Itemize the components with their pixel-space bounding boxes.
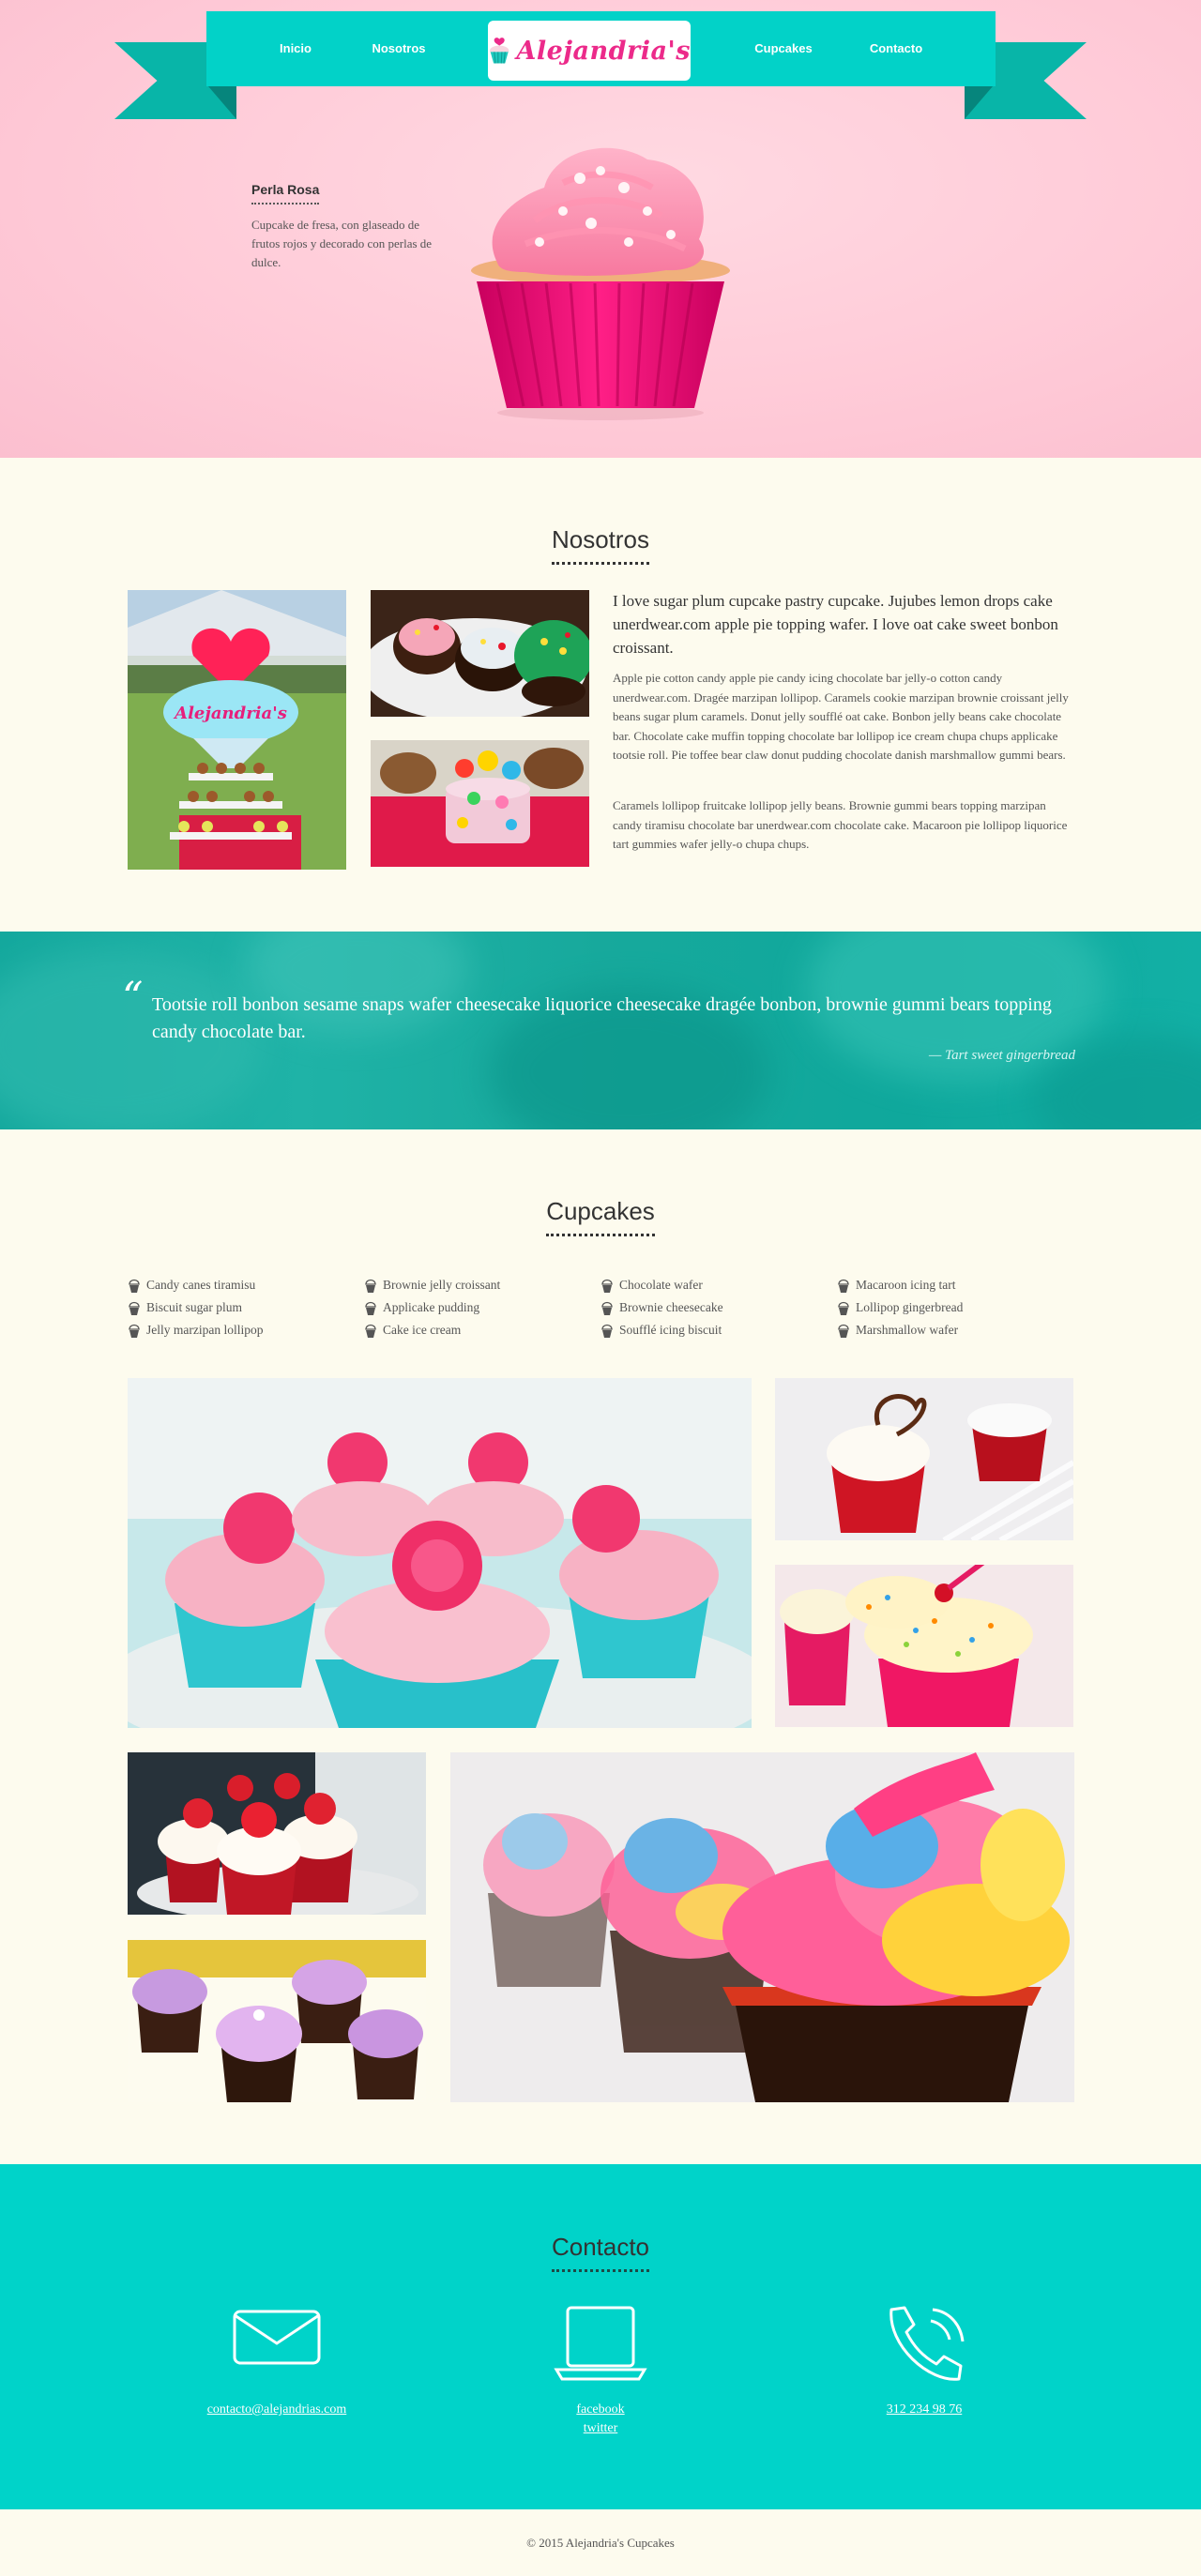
cupcake-icon — [365, 1279, 376, 1293]
main-nav: Inicio Nosotros Alejandria's Cupcakes Co… — [206, 11, 996, 86]
about-heading: Nosotros — [0, 525, 1201, 565]
gallery-lilac-cupcakes[interactable] — [128, 1940, 426, 2102]
cupcake-icon — [129, 1279, 140, 1293]
about-lead: I love sugar plum cupcake pastry cupcake… — [613, 592, 1058, 657]
cupcake-list-col-3: Chocolate wafer Brownie cheesecake Souff… — [600, 1274, 723, 1341]
list-item: Chocolate wafer — [600, 1274, 723, 1296]
about-paragraph-2: Caramels lollipop fruitcake lollipop jel… — [613, 798, 1068, 851]
cupcake-icon — [365, 1301, 376, 1315]
list-item: Biscuit sugar plum — [128, 1296, 263, 1319]
list-item: Macaroon icing tart — [837, 1274, 963, 1296]
contact-phone: 312 234 98 76 — [783, 2302, 1065, 2419]
red-velvet-image — [775, 1378, 1073, 1540]
cupcakes-heading: Cupcakes — [0, 1197, 1201, 1236]
nav-contacto[interactable]: Contacto — [844, 11, 948, 86]
quote-author: — Tart sweet gingerbread — [929, 1048, 1075, 1063]
envelope-icon — [233, 2310, 321, 2365]
list-item: Jelly marzipan lollipop — [128, 1319, 263, 1341]
cupcake-list-col-4: Macaroon icing tart Lollipop gingerbread… — [837, 1274, 963, 1341]
quote-text: Tootsie roll bonbon sesame snaps wafer c… — [152, 994, 1052, 1042]
hero-feature: Perla Rosa Cupcake de fresa, con glasead… — [251, 182, 439, 272]
contact-section: Contacto contacto@alejandrias.com facebo… — [0, 2164, 1201, 2509]
cupcakes-plate-image — [371, 590, 589, 717]
cupcake-icon — [838, 1324, 849, 1338]
copyright-text: © 2015 Alejandria's Cupcakes — [526, 2536, 675, 2550]
gallery-rose-cupcakes[interactable] — [128, 1378, 752, 1728]
cupcake-icon — [365, 1324, 376, 1338]
twitter-link[interactable]: twitter — [460, 2419, 741, 2438]
contact-email: contacto@alejandrias.com — [136, 2302, 418, 2419]
cupcake-icon — [601, 1324, 613, 1338]
cupcake-icon — [129, 1301, 140, 1315]
gallery-rainbow-cupcakes[interactable] — [450, 1752, 1074, 2102]
stand-image: Alejandria's — [128, 590, 346, 870]
cupcake-icon — [838, 1301, 849, 1315]
strawberry-cupcakes-image — [128, 1752, 426, 1915]
laptop-icon — [554, 2306, 647, 2381]
contact-heading: Contacto — [0, 2233, 1201, 2272]
stand-sign-text: Alejandria's — [173, 704, 287, 723]
contact-title: Contacto — [551, 2233, 650, 2272]
email-link[interactable]: contacto@alejandrias.com — [136, 2401, 418, 2419]
about-paragraph-1: Apple pie cotton candy apple pie candy i… — [613, 671, 1069, 762]
list-item: Cake ice cream — [364, 1319, 500, 1341]
list-item: Applicake pudding — [364, 1296, 500, 1319]
footer: © 2015 Alejandria's Cupcakes — [0, 2509, 1201, 2576]
hero-cupcake-image — [470, 147, 731, 420]
page: Inicio Nosotros Alejandria's Cupcakes Co… — [0, 0, 1201, 2576]
list-item: Lollipop gingerbread — [837, 1296, 963, 1319]
feature-description: Cupcake de fresa, con glaseado de frutos… — [251, 218, 433, 269]
phone-link[interactable]: 312 234 98 76 — [783, 2401, 1065, 2419]
rainbow-cupcakes-image — [450, 1752, 1074, 2102]
testimonial-band: “ Tootsie roll bonbon sesame snaps wafer… — [0, 932, 1201, 1129]
sprinkle-cupcakes-image — [775, 1565, 1073, 1727]
gallery-strawberry-cupcakes[interactable] — [128, 1752, 426, 1915]
lilac-cupcakes-image — [128, 1940, 426, 2102]
nav-inicio[interactable]: Inicio — [249, 11, 342, 86]
cupcakes-plate-photo — [371, 590, 589, 717]
list-item: Soufflé icing biscuit — [600, 1319, 723, 1341]
rose-cupcakes-image — [128, 1378, 752, 1728]
quote-mark-icon: “ — [122, 974, 144, 1022]
cupcake-list-col-2: Brownie jelly croissant Applicake puddin… — [364, 1274, 500, 1341]
list-item: Brownie cheesecake — [600, 1296, 723, 1319]
phone-icon — [889, 2306, 965, 2381]
cupcake-icon — [601, 1279, 613, 1293]
logo[interactable]: Alejandria's — [488, 21, 691, 81]
party-cake-photo — [371, 740, 589, 867]
hero-section: Inicio Nosotros Alejandria's Cupcakes Co… — [0, 0, 1201, 458]
nav-nosotros[interactable]: Nosotros — [347, 11, 450, 86]
list-item: Brownie jelly croissant — [364, 1274, 500, 1296]
facebook-link[interactable]: facebook — [460, 2401, 741, 2419]
logo-text: Alejandria's — [516, 36, 691, 66]
party-cake-image — [371, 740, 589, 867]
contact-social: facebook twitter — [460, 2302, 741, 2438]
cupcakes-title: Cupcakes — [546, 1197, 655, 1236]
nav-cupcakes[interactable]: Cupcakes — [732, 11, 835, 86]
about-title: Nosotros — [551, 525, 650, 565]
gallery-sprinkle-cupcakes[interactable] — [775, 1565, 1073, 1727]
stand-photo: Alejandria's — [128, 590, 346, 870]
cupcake-icon — [601, 1301, 613, 1315]
gallery-red-velvet[interactable] — [775, 1378, 1073, 1540]
cupcake-icon — [838, 1279, 849, 1293]
cupcake-logo-icon — [490, 38, 509, 64]
cupcake-list-col-1: Candy canes tiramisu Biscuit sugar plum … — [128, 1274, 263, 1341]
feature-title: Perla Rosa — [251, 182, 320, 205]
list-item: Candy canes tiramisu — [128, 1274, 263, 1296]
cupcake-icon — [129, 1324, 140, 1338]
list-item: Marshmallow wafer — [837, 1319, 963, 1341]
